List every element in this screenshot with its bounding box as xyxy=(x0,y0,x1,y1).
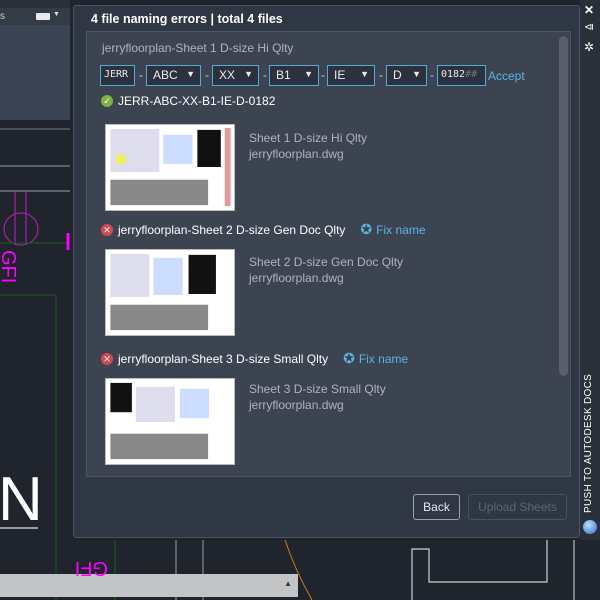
chevron-down-icon: ▼ xyxy=(244,69,253,79)
back-button[interactable]: Back xyxy=(413,494,460,520)
sheet-thumbnail xyxy=(105,124,235,211)
ribbon-strip xyxy=(0,0,70,8)
volume-value: XX xyxy=(219,68,236,82)
role-value: D xyxy=(393,68,402,82)
fix-name-label: Fix name xyxy=(376,222,426,237)
file-list-panel: jerryfloorplan-Sheet 1 D-size Hi Qlty JE… xyxy=(86,31,571,477)
type-value: IE xyxy=(334,68,346,82)
gear-icon[interactable]: ✲ xyxy=(584,40,594,54)
caret-up-icon[interactable]: ▲ xyxy=(284,579,292,588)
sheet-info: Sheet 3 D-size Small Qlty jerryfloorplan.… xyxy=(249,381,386,413)
originator-value: ABC xyxy=(153,68,178,82)
project-code-input[interactable]: JERR xyxy=(100,65,135,86)
collapse-icon[interactable]: ⧏ xyxy=(584,22,594,33)
chevron-down-icon: ▼ xyxy=(186,69,195,79)
original-file-name: jerryfloorplan-Sheet 1 D-size Hi Qlty xyxy=(102,41,294,55)
level-select[interactable]: B1 ▼ xyxy=(269,65,319,86)
error-icon: ✕ xyxy=(101,223,113,236)
sheet-thumbnail xyxy=(105,249,235,336)
fix-name-button[interactable]: ✪ Fix name xyxy=(343,350,408,367)
globe-icon[interactable] xyxy=(583,520,597,534)
naming-errors-dialog: 4 file naming errors | total 4 files jer… xyxy=(73,5,580,538)
sheet-title: Sheet 1 D-size Hi Qlty xyxy=(249,131,368,145)
project-code-value: JERR xyxy=(104,69,129,80)
cad-circle xyxy=(3,212,39,246)
separator: - xyxy=(430,68,434,82)
number-input[interactable]: 0182## xyxy=(437,65,486,86)
number-value: 0182 xyxy=(441,69,466,80)
check-circle-icon: ✓ xyxy=(101,95,113,107)
error-file-name: jerryfloorplan-Sheet 2 D-size Gen Doc Ql… xyxy=(118,222,346,237)
error-row: ✕ jerryfloorplan-Sheet 3 D-size Small Ql… xyxy=(101,350,408,367)
error-icon: ✕ xyxy=(101,352,113,365)
palette-title: PUSH TO AUTODESK DOCS xyxy=(583,373,594,513)
sheet-info: Sheet 1 D-size Hi Qlty jerryfloorplan.dwg xyxy=(249,130,367,162)
accept-link[interactable]: Accept xyxy=(488,69,525,83)
error-row: ✕ jerryfloorplan-Sheet 2 D-size Gen Doc … xyxy=(101,221,426,238)
sheet-title: Sheet 3 D-size Small Qlty xyxy=(249,382,386,396)
divider xyxy=(0,128,70,130)
sheet-info: Sheet 2 D-size Gen Doc Qlty jerryfloorpla… xyxy=(249,254,403,286)
chevron-down-icon: ▼ xyxy=(360,69,369,79)
error-file-name: jerryfloorplan-Sheet 3 D-size Small Qlty xyxy=(118,351,329,366)
role-select[interactable]: D ▼ xyxy=(386,65,427,86)
chevron-down-icon: ▼ xyxy=(304,69,313,79)
cad-line xyxy=(0,294,57,600)
number-placeholder: ## xyxy=(465,69,478,80)
level-value: B1 xyxy=(276,68,291,82)
verified-badge-icon: ✪ xyxy=(343,350,355,366)
separator: - xyxy=(263,68,267,82)
cad-text: N xyxy=(0,465,43,534)
sheet-title: Sheet 2 D-size Gen Doc Qlty xyxy=(249,255,404,269)
scrollbar[interactable] xyxy=(559,36,568,376)
chevron-down-icon: ▼ xyxy=(412,69,421,79)
cad-line xyxy=(411,540,548,600)
verified-badge-icon: ✪ xyxy=(360,221,373,237)
separator: - xyxy=(205,68,209,82)
volume-select[interactable]: XX ▼ xyxy=(212,65,259,86)
separator: - xyxy=(379,68,383,82)
separator: - xyxy=(321,68,325,82)
upload-sheets-button[interactable]: Upload Sheets xyxy=(468,494,567,520)
command-line-bar[interactable]: ▲ xyxy=(0,574,298,597)
separator: - xyxy=(139,68,143,82)
result-file-name: JERR-ABC-XX-B1-IE-D-0182 xyxy=(118,94,276,108)
cad-text: GFI xyxy=(0,250,19,283)
sheet-file: jerryfloorplan.dwg xyxy=(249,398,344,412)
sheet-file: jerryfloorplan.dwg xyxy=(249,271,344,285)
originator-select[interactable]: ABC ▼ xyxy=(146,65,201,86)
sheet-thumbnail xyxy=(105,378,235,465)
sheet-file: jerryfloorplan.dwg xyxy=(249,147,344,161)
fix-name-label: Fix name xyxy=(358,351,409,366)
chevron-down-icon[interactable]: ▼ xyxy=(53,11,60,18)
close-icon[interactable]: ✕ xyxy=(584,3,594,17)
palette-title: s xyxy=(0,11,5,22)
fix-name-button[interactable]: ✪ Fix name xyxy=(360,221,425,238)
palette-option-button[interactable] xyxy=(36,13,50,20)
result-name-row: ✓ JERR-ABC-XX-B1-IE-D-0182 xyxy=(101,94,275,108)
type-select[interactable]: IE ▼ xyxy=(327,65,375,86)
dialog-title: 4 file naming errors | total 4 files xyxy=(91,12,283,26)
